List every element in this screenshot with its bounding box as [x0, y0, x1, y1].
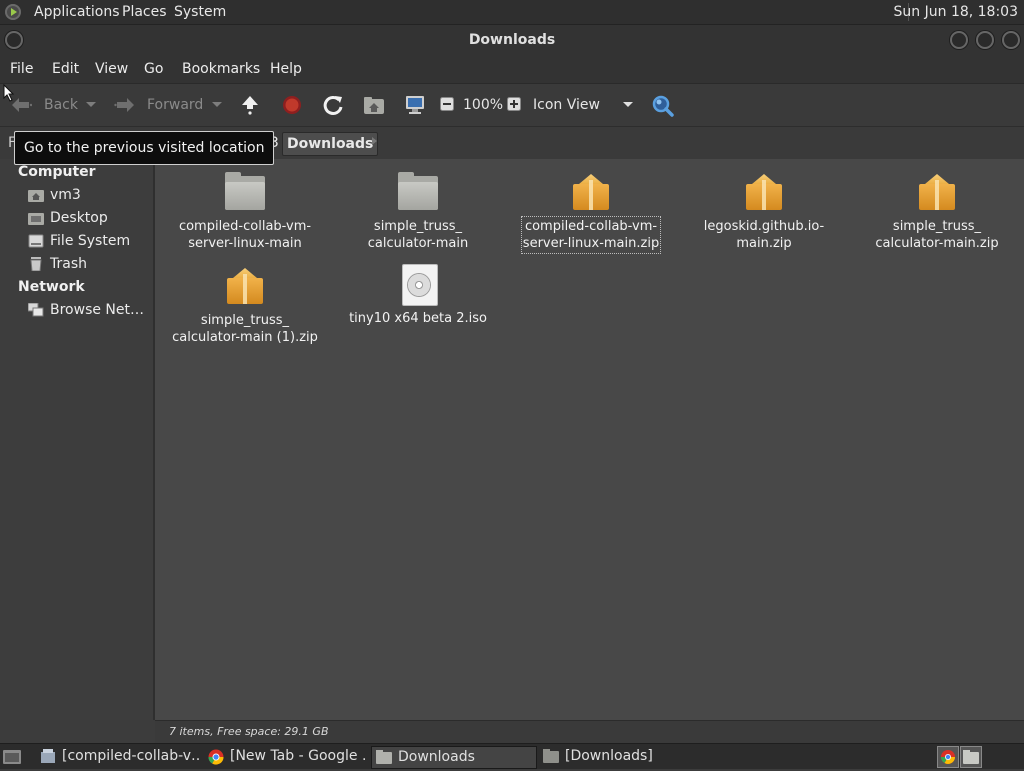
file-view[interactable]: compiled-collab-vm-server-linux-main sim…	[155, 159, 1024, 720]
file-item-simple-truss-calculator-main[interactable]: simple_truss_ calculator-main	[343, 172, 493, 252]
view-mode-select[interactable]: Icon View	[533, 97, 600, 113]
breadcrumb-scroll-right-icon[interactable]	[372, 137, 377, 145]
workspace-folder-icon[interactable]	[960, 746, 982, 768]
up-arrow-icon[interactable]	[240, 94, 260, 120]
folder-icon	[543, 749, 559, 764]
taskbar-item-label: [New Tab - Google …	[230, 748, 368, 764]
file-name: compiled-collab-vm-server-linux-main.zip	[520, 216, 662, 254]
zoom-level: 100%	[463, 97, 504, 113]
file-item-legoskid-github-io-main-zip[interactable]: legoskid.github.io-main.zip	[689, 172, 839, 252]
zoom-in-icon[interactable]	[507, 97, 521, 115]
sidebar-item-label: Trash	[50, 256, 87, 272]
file-name: simple_truss_ calculator-main (1).zip	[172, 313, 318, 345]
folder-icon	[223, 172, 267, 212]
top-panel: Applications Places System Sun Jun 18, 1…	[0, 0, 1024, 25]
folder-icon	[376, 750, 392, 765]
file-name: compiled-collab-vm-server-linux-main	[178, 219, 312, 251]
window-titlebar[interactable]: Downloads	[0, 25, 1024, 55]
window-title: Downloads	[468, 32, 556, 48]
back-button[interactable]: Back	[44, 97, 78, 113]
file-name: simple_truss_ calculator-main	[367, 219, 469, 251]
panel-menu-places[interactable]: Places	[122, 4, 167, 20]
stop-icon[interactable]	[282, 95, 302, 119]
sidebar-item-trash[interactable]: Trash	[28, 255, 152, 275]
mouse-cursor-icon	[3, 83, 15, 106]
close-button[interactable]	[1002, 31, 1020, 49]
desktop-icon	[28, 211, 44, 225]
maximize-button[interactable]	[976, 31, 994, 49]
menu-view[interactable]: View	[95, 61, 128, 77]
show-desktop-icon[interactable]	[3, 748, 21, 768]
back-button-tooltip: Go to the previous visited location	[14, 131, 275, 165]
menu-bookmarks[interactable]: Bookmarks	[182, 61, 260, 77]
sidebar-item-label: vm3	[50, 187, 81, 203]
archive-manager-icon	[40, 749, 56, 764]
archive-icon	[915, 172, 959, 212]
file-name: simple_truss_ calculator-main.zip	[875, 219, 999, 251]
menu-help[interactable]: Help	[270, 61, 302, 77]
bottom-taskbar: [compiled-collab-v… [New Tab - Google … …	[0, 743, 1024, 769]
status-text: 7 items, Free space: 29.1 GB	[169, 725, 329, 738]
drive-icon	[28, 234, 44, 248]
taskbar-item-archive-manager[interactable]: [compiled-collab-v…	[36, 746, 200, 767]
search-icon[interactable]	[651, 94, 675, 122]
panel-menu-applications[interactable]: Applications	[34, 4, 120, 20]
taskbar-item-downloads[interactable]: Downloads	[371, 746, 537, 769]
menu-go[interactable]: Go	[144, 61, 163, 77]
menu-edit[interactable]: Edit	[52, 61, 79, 77]
taskbar-item-label: Downloads	[398, 749, 475, 765]
taskbar-item-chrome[interactable]: [New Tab - Google …	[204, 746, 368, 767]
sidebar-item-label: Desktop	[50, 210, 108, 226]
archive-icon	[223, 266, 267, 306]
file-name: tiny10 x64 beta 2.iso	[349, 311, 487, 326]
file-item-compiled-collab-vm-server-linux-main-zip[interactable]: compiled-collab-vm-server-linux-main.zip	[516, 172, 666, 254]
sidebar-item-file-system[interactable]: File System	[28, 232, 152, 252]
network-icon	[28, 302, 44, 317]
sidebar-item-desktop[interactable]: Desktop	[28, 209, 152, 229]
sidebar-section-network: Network	[18, 279, 85, 295]
archive-icon	[742, 172, 786, 212]
file-item-tiny10-x64-beta-2-iso[interactable]: tiny10 x64 beta 2.iso	[343, 264, 493, 327]
home-folder-icon	[28, 188, 44, 202]
distro-logo-icon[interactable]	[5, 4, 21, 20]
computer-icon[interactable]	[404, 94, 426, 120]
forward-button[interactable]: Forward	[147, 97, 203, 113]
forward-history-dropdown-icon[interactable]	[212, 102, 222, 107]
archive-icon	[569, 172, 613, 212]
reload-icon[interactable]	[322, 94, 344, 120]
sidebar-item-vm3[interactable]: vm3	[28, 186, 152, 206]
workspace-chrome-icon[interactable]	[937, 746, 959, 768]
minimize-button[interactable]	[950, 31, 968, 49]
places-sidebar: Computer vm3 Desktop File System Trash N…	[0, 159, 155, 720]
breadcrumb-downloads[interactable]: Downloads	[282, 132, 379, 156]
file-item-simple-truss-calculator-main-zip[interactable]: simple_truss_ calculator-main.zip	[862, 172, 1012, 252]
status-bar: 7 items, Free space: 29.1 GB	[155, 720, 1024, 743]
panel-clock[interactable]: Sun Jun 18, 18:03	[894, 4, 1018, 20]
sidebar-section-computer: Computer	[18, 164, 96, 180]
sidebar-item-label: File System	[50, 233, 131, 249]
sidebar-item-browse-network[interactable]: Browse Net…	[28, 301, 152, 321]
home-folder-icon[interactable]	[363, 95, 385, 119]
file-item-compiled-collab-vm-server-linux-main[interactable]: compiled-collab-vm-server-linux-main	[170, 172, 320, 252]
taskbar-item-label: [compiled-collab-v…	[62, 748, 200, 764]
back-history-dropdown-icon[interactable]	[86, 102, 96, 107]
view-mode-dropdown-icon[interactable]	[623, 102, 633, 107]
menubar: File Edit View Go Bookmarks Help	[0, 55, 1024, 84]
toolbar: Back Forward 100% Icon View	[0, 84, 1024, 127]
sidebar-item-label: Browse Net…	[50, 302, 145, 318]
forward-arrow-icon[interactable]	[114, 95, 136, 119]
folder-icon	[396, 172, 440, 212]
file-item-simple-truss-calculator-main-1-zip[interactable]: simple_truss_ calculator-main (1).zip	[170, 266, 320, 346]
chrome-icon	[208, 749, 224, 765]
trash-icon	[28, 257, 44, 272]
file-name: legoskid.github.io-main.zip	[703, 219, 825, 251]
disc-image-icon	[396, 264, 440, 306]
zoom-out-icon[interactable]	[440, 97, 454, 115]
panel-menu-system[interactable]: System	[174, 4, 226, 20]
taskbar-item-downloads-minimized[interactable]: [Downloads]	[539, 746, 703, 767]
taskbar-item-label: [Downloads]	[565, 748, 653, 764]
menu-file[interactable]: File	[10, 61, 33, 77]
